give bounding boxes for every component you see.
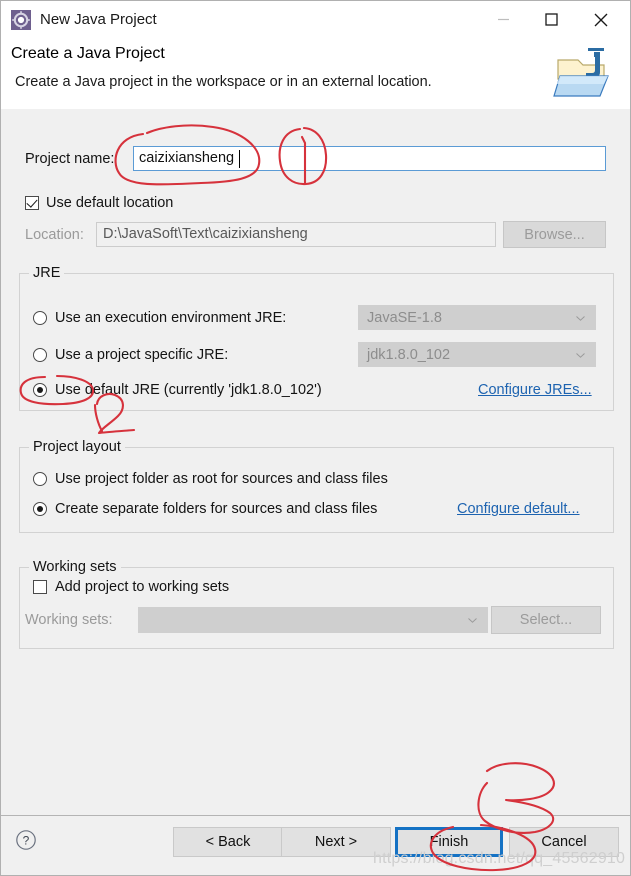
window-title: New Java Project (40, 11, 157, 28)
location-label: Location: (25, 227, 84, 243)
use-default-location-label: Use default location (46, 195, 174, 211)
project-name-input[interactable]: caizixiansheng (133, 146, 606, 171)
configure-default-link[interactable]: Configure default... (457, 501, 580, 517)
browse-button: Browse... (503, 221, 606, 248)
radio-icon (33, 502, 47, 516)
dialog-header: Create a Java Project Create a Java proj… (1, 38, 630, 110)
back-button[interactable]: < Back (173, 827, 283, 857)
location-input: D:\JavaSoft\Text\caizixiansheng (96, 222, 496, 247)
jre-option-project-specific[interactable]: Use a project specific JRE: (33, 347, 228, 363)
radio-icon (33, 383, 47, 397)
help-question-icon[interactable]: ? (15, 829, 37, 851)
minimize-icon (497, 18, 509, 21)
chevron-down-icon (576, 315, 585, 321)
layout-option-separate-folders[interactable]: Create separate folders for sources and … (33, 501, 377, 517)
jre-option-label: Use an execution environment JRE: (55, 310, 287, 326)
project-specific-jre-combo: jdk1.8.0_102 (358, 342, 596, 367)
location-value: D:\JavaSoft\Text\caizixiansheng (103, 226, 308, 242)
add-project-to-working-sets-checkbox[interactable]: Add project to working sets (33, 579, 229, 595)
maximize-icon (544, 13, 558, 26)
close-icon (594, 13, 608, 26)
watermark-text: https://blog.csdn.net/qq_45562910 (373, 850, 626, 867)
jre-option-default[interactable]: Use default JRE (currently 'jdk1.8.0_102… (33, 382, 322, 398)
working-sets-combo (138, 607, 488, 633)
project-layout-group: Project layout (19, 439, 614, 533)
radio-icon (33, 311, 47, 325)
checkbox-icon (33, 580, 47, 594)
chevron-down-icon (576, 352, 585, 358)
configure-jres-link[interactable]: Configure JREs... (478, 382, 592, 398)
execution-environment-value: JavaSE-1.8 (367, 309, 442, 326)
minimize-button[interactable] (480, 1, 526, 38)
java-folder-icon (552, 46, 614, 102)
layout-option-label: Use project folder as root for sources a… (55, 471, 388, 487)
java-project-gear-icon (11, 9, 31, 30)
title-bar: New Java Project (1, 1, 630, 38)
page-title: Create a Java Project (11, 45, 165, 62)
new-java-project-dialog: New Java Project Create a Java Project C… (0, 0, 631, 876)
working-sets-group-title: Working sets (29, 559, 121, 575)
project-name-value: caizixiansheng (139, 150, 235, 166)
radio-icon (33, 472, 47, 486)
close-button[interactable] (578, 1, 624, 38)
svg-text:?: ? (23, 833, 30, 847)
jre-option-execution-environment[interactable]: Use an execution environment JRE: (33, 310, 286, 326)
working-sets-label: Working sets: (25, 612, 113, 628)
layout-option-project-folder-root[interactable]: Use project folder as root for sources a… (33, 471, 388, 487)
checkbox-icon (25, 196, 39, 210)
execution-environment-combo: JavaSE-1.8 (358, 305, 596, 330)
working-sets-select-button: Select... (491, 606, 601, 634)
jre-group-title: JRE (29, 265, 65, 281)
project-name-label: Project name: (25, 151, 115, 167)
radio-icon (33, 348, 47, 362)
page-subtitle: Create a Java project in the workspace o… (15, 74, 432, 90)
maximize-button[interactable] (528, 1, 574, 38)
layout-option-label: Create separate folders for sources and … (55, 501, 378, 517)
project-specific-jre-value: jdk1.8.0_102 (367, 346, 451, 363)
add-project-to-working-sets-label: Add project to working sets (55, 579, 230, 595)
text-caret (239, 150, 240, 168)
jre-option-label: Use default JRE (currently 'jdk1.8.0_102… (55, 382, 322, 398)
chevron-down-icon (468, 618, 477, 623)
project-layout-group-title: Project layout (29, 439, 125, 455)
use-default-location-checkbox[interactable]: Use default location (25, 195, 173, 211)
jre-option-label: Use a project specific JRE: (55, 347, 229, 363)
